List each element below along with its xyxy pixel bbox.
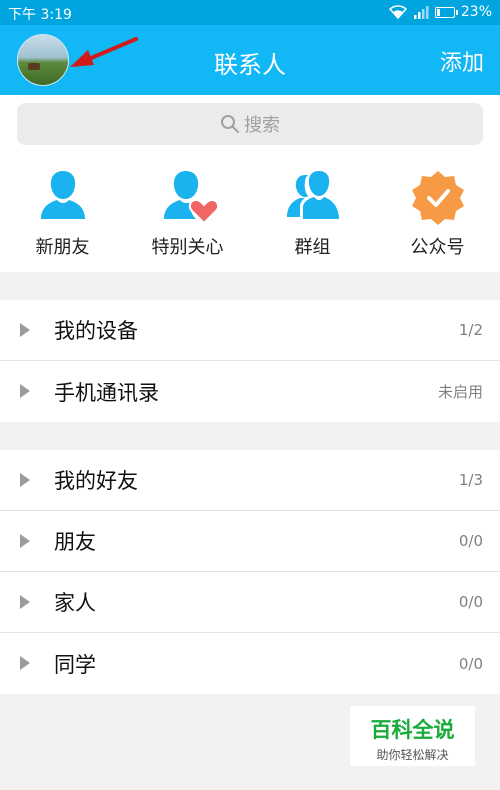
device-group-list: 我的设备 1/2 手机通讯录 未启用 xyxy=(0,300,500,422)
group-name: 手机通讯录 xyxy=(54,380,159,405)
group-name: 同学 xyxy=(54,652,96,677)
shortcut-label: 特别关心 xyxy=(151,237,224,258)
watermark: 百科全说 助你轻松解决 xyxy=(350,706,475,766)
group-count: 0/0 xyxy=(458,593,483,611)
shortcut-label: 公众号 xyxy=(410,237,465,258)
watermark-title: 百科全说 xyxy=(370,718,455,742)
shortcut-groups[interactable]: 群组 xyxy=(250,167,375,259)
group-name: 家人 xyxy=(54,591,96,615)
expand-arrow-icon xyxy=(20,473,30,487)
shortcut-new-friends[interactable]: 新朋友 xyxy=(0,167,125,259)
group-count: 0/0 xyxy=(458,532,483,550)
add-button[interactable]: 添加 xyxy=(440,45,484,77)
group-count: 1/2 xyxy=(458,321,483,339)
expand-arrow-icon xyxy=(20,323,30,337)
signal-icon xyxy=(413,6,429,19)
list-item-friends[interactable]: 朋友 0/0 xyxy=(0,511,500,572)
wifi-icon xyxy=(388,5,407,19)
battery-percent: 23% xyxy=(460,4,492,20)
shortcut-label: 新朋友 xyxy=(35,237,90,258)
list-item-my-friends[interactable]: 我的好友 1/3 xyxy=(0,450,500,511)
expand-arrow-icon xyxy=(20,656,30,670)
shortcut-official-accounts[interactable]: 公众号 xyxy=(375,167,500,259)
search-placeholder: 搜索 xyxy=(244,115,280,136)
page-title: 联系人 xyxy=(214,51,286,79)
friend-group-list: 我的好友 1/3 朋友 0/0 家人 0/0 同学 0/0 xyxy=(0,450,500,694)
battery-icon xyxy=(434,6,458,18)
status-time: 下午 3:19 xyxy=(8,7,72,23)
expand-arrow-icon xyxy=(20,595,30,609)
shortcut-special-care[interactable]: 特别关心 xyxy=(125,167,250,259)
list-item-my-devices[interactable]: 我的设备 1/2 xyxy=(0,300,500,361)
group-name: 朋友 xyxy=(54,530,96,554)
title-bar: 联系人 添加 xyxy=(0,25,500,95)
list-item-family[interactable]: 家人 0/0 xyxy=(0,572,500,633)
expand-arrow-icon xyxy=(20,534,30,548)
person-icon xyxy=(40,171,85,219)
search-input[interactable]: 搜索 xyxy=(17,103,483,145)
shortcut-label: 群组 xyxy=(294,237,331,258)
group-name: 我的设备 xyxy=(54,319,138,343)
group-icon xyxy=(286,171,339,219)
watermark-subtitle: 助你轻松解决 xyxy=(376,748,449,762)
status-indicators: 23% xyxy=(388,4,492,20)
person-heart-icon xyxy=(163,171,218,225)
group-count: 1/3 xyxy=(458,471,483,489)
battery-fill xyxy=(436,8,440,16)
shortcut-row: 新朋友 特别关心 群组 公众号 xyxy=(0,167,500,259)
expand-arrow-icon xyxy=(20,384,30,398)
list-item-classmates[interactable]: 同学 0/0 xyxy=(0,633,500,694)
search-icon xyxy=(221,115,239,133)
group-count: 未启用 xyxy=(437,383,483,401)
group-count: 0/0 xyxy=(458,654,483,673)
search-and-shortcuts: 搜索 新朋友 特别关心 群组 公众号 xyxy=(0,95,500,272)
verified-badge-icon xyxy=(411,171,464,225)
group-name: 我的好友 xyxy=(54,469,138,493)
status-bar: 下午 3:19 23% xyxy=(0,0,500,25)
list-item-phone-contacts[interactable]: 手机通讯录 未启用 xyxy=(0,361,500,422)
